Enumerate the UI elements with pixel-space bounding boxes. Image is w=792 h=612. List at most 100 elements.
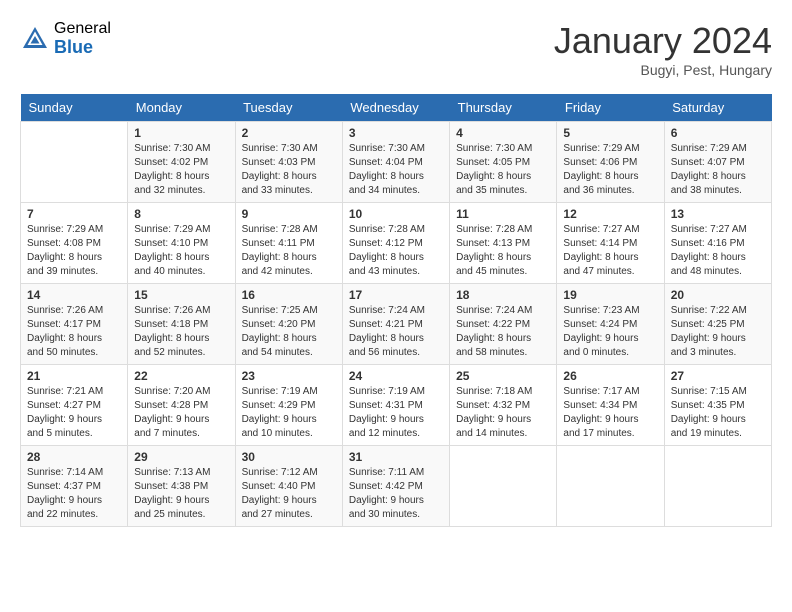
day-cell: 21 Sunrise: 7:21 AM Sunset: 4:27 PM Dayli… (21, 365, 128, 446)
day-number: 22 (134, 369, 228, 383)
calendar-header: SundayMondayTuesdayWednesdayThursdayFrid… (21, 94, 772, 122)
day-info: Sunrise: 7:26 AM Sunset: 4:17 PM Dayligh… (27, 304, 121, 360)
title-block: January 2024 Bugyi, Pest, Hungary (554, 20, 772, 78)
day-cell: 15Sunrise: 7:26 AM Sunset: 4:18 PM Dayli… (128, 284, 235, 365)
day-cell: 10Sunrise: 7:28 AM Sunset: 4:12 PM Dayli… (342, 203, 449, 284)
logo-blue: Blue (54, 38, 111, 58)
day-cell: 16 Sunrise: 7:25 AM Sunset: 4:20 PM Dayli… (235, 284, 342, 365)
day-info: Sunrise: 7:12 AM Sunset: 4:40 PM Dayligh… (242, 466, 336, 522)
weekday-tuesday: Tuesday (235, 94, 342, 122)
day-cell: 20 Sunrise: 7:22 AM Sunset: 4:25 PM Dayli… (664, 284, 771, 365)
day-number: 5 (563, 126, 657, 140)
day-cell: 8 Sunrise: 7:29 AM Sunset: 4:10 PM Daylig… (128, 203, 235, 284)
day-number: 3 (349, 126, 443, 140)
day-cell: 25 Sunrise: 7:18 AM Sunset: 4:32 PM Dayli… (450, 365, 557, 446)
day-cell: 9Sunrise: 7:28 AM Sunset: 4:11 PM Daylig… (235, 203, 342, 284)
calendar-table: SundayMondayTuesdayWednesdayThursdayFrid… (20, 94, 772, 527)
day-info: Sunrise: 7:29 AM Sunset: 4:06 PM Dayligh… (563, 142, 657, 198)
day-cell: 29 Sunrise: 7:13 AM Sunset: 4:38 PM Dayli… (128, 446, 235, 527)
day-info: Sunrise: 7:19 AM Sunset: 4:31 PM Dayligh… (349, 385, 443, 441)
day-number: 10 (349, 207, 443, 221)
day-cell: 30 Sunrise: 7:12 AM Sunset: 4:40 PM Dayli… (235, 446, 342, 527)
day-info: Sunrise: 7:29 AM Sunset: 4:10 PM Dayligh… (134, 223, 228, 279)
week-row-5: 28 Sunrise: 7:14 AM Sunset: 4:37 PM Dayli… (21, 446, 772, 527)
day-info: Sunrise: 7:13 AM Sunset: 4:38 PM Dayligh… (134, 466, 228, 522)
logo-text: General Blue (54, 20, 111, 57)
day-number: 20 (671, 288, 765, 302)
day-info: Sunrise: 7:21 AM Sunset: 4:27 PM Dayligh… (27, 385, 121, 441)
day-cell (21, 122, 128, 203)
weekday-thursday: Thursday (450, 94, 557, 122)
day-info: Sunrise: 7:27 AM Sunset: 4:14 PM Dayligh… (563, 223, 657, 279)
day-cell (664, 446, 771, 527)
day-info: Sunrise: 7:29 AM Sunset: 4:08 PM Dayligh… (27, 223, 121, 279)
day-cell: 27Sunrise: 7:15 AM Sunset: 4:35 PM Dayli… (664, 365, 771, 446)
day-info: Sunrise: 7:27 AM Sunset: 4:16 PM Dayligh… (671, 223, 765, 279)
day-info: Sunrise: 7:14 AM Sunset: 4:37 PM Dayligh… (27, 466, 121, 522)
logo: General Blue (20, 20, 111, 57)
day-info: Sunrise: 7:30 AM Sunset: 4:05 PM Dayligh… (456, 142, 550, 198)
day-number: 1 (134, 126, 228, 140)
day-info: Sunrise: 7:30 AM Sunset: 4:04 PM Dayligh… (349, 142, 443, 198)
day-info: Sunrise: 7:19 AM Sunset: 4:29 PM Dayligh… (242, 385, 336, 441)
day-cell: 7Sunrise: 7:29 AM Sunset: 4:08 PM Daylig… (21, 203, 128, 284)
day-cell: 4Sunrise: 7:30 AM Sunset: 4:05 PM Daylig… (450, 122, 557, 203)
day-number: 6 (671, 126, 765, 140)
day-number: 28 (27, 450, 121, 464)
weekday-saturday: Saturday (664, 94, 771, 122)
day-number: 25 (456, 369, 550, 383)
day-number: 23 (242, 369, 336, 383)
day-number: 8 (134, 207, 228, 221)
day-cell: 11Sunrise: 7:28 AM Sunset: 4:13 PM Dayli… (450, 203, 557, 284)
weekday-wednesday: Wednesday (342, 94, 449, 122)
day-number: 2 (242, 126, 336, 140)
logo-general: General (54, 20, 111, 38)
day-number: 29 (134, 450, 228, 464)
day-number: 14 (27, 288, 121, 302)
month-title: January 2024 (554, 20, 772, 62)
day-cell: 14 Sunrise: 7:26 AM Sunset: 4:17 PM Dayli… (21, 284, 128, 365)
day-cell: 22 Sunrise: 7:20 AM Sunset: 4:28 PM Dayli… (128, 365, 235, 446)
day-cell: 26Sunrise: 7:17 AM Sunset: 4:34 PM Dayli… (557, 365, 664, 446)
day-cell: 1Sunrise: 7:30 AM Sunset: 4:02 PM Daylig… (128, 122, 235, 203)
day-number: 27 (671, 369, 765, 383)
day-cell (557, 446, 664, 527)
calendar-body: 1Sunrise: 7:30 AM Sunset: 4:02 PM Daylig… (21, 122, 772, 527)
day-cell: 17 Sunrise: 7:24 AM Sunset: 4:21 PM Dayli… (342, 284, 449, 365)
day-number: 12 (563, 207, 657, 221)
day-info: Sunrise: 7:20 AM Sunset: 4:28 PM Dayligh… (134, 385, 228, 441)
week-row-4: 21 Sunrise: 7:21 AM Sunset: 4:27 PM Dayli… (21, 365, 772, 446)
day-info: Sunrise: 7:29 AM Sunset: 4:07 PM Dayligh… (671, 142, 765, 198)
day-cell: 13 Sunrise: 7:27 AM Sunset: 4:16 PM Dayli… (664, 203, 771, 284)
day-cell: 23 Sunrise: 7:19 AM Sunset: 4:29 PM Dayli… (235, 365, 342, 446)
day-number: 16 (242, 288, 336, 302)
day-info: Sunrise: 7:30 AM Sunset: 4:03 PM Dayligh… (242, 142, 336, 198)
day-info: Sunrise: 7:26 AM Sunset: 4:18 PM Dayligh… (134, 304, 228, 360)
day-cell: 18Sunrise: 7:24 AM Sunset: 4:22 PM Dayli… (450, 284, 557, 365)
day-number: 30 (242, 450, 336, 464)
day-number: 18 (456, 288, 550, 302)
day-cell: 24Sunrise: 7:19 AM Sunset: 4:31 PM Dayli… (342, 365, 449, 446)
day-info: Sunrise: 7:28 AM Sunset: 4:11 PM Dayligh… (242, 223, 336, 279)
day-number: 19 (563, 288, 657, 302)
day-info: Sunrise: 7:24 AM Sunset: 4:21 PM Dayligh… (349, 304, 443, 360)
day-number: 13 (671, 207, 765, 221)
day-number: 31 (349, 450, 443, 464)
logo-icon (20, 24, 50, 54)
weekday-header-row: SundayMondayTuesdayWednesdayThursdayFrid… (21, 94, 772, 122)
weekday-sunday: Sunday (21, 94, 128, 122)
week-row-3: 14 Sunrise: 7:26 AM Sunset: 4:17 PM Dayli… (21, 284, 772, 365)
day-number: 21 (27, 369, 121, 383)
weekday-friday: Friday (557, 94, 664, 122)
day-info: Sunrise: 7:18 AM Sunset: 4:32 PM Dayligh… (456, 385, 550, 441)
day-cell: 28 Sunrise: 7:14 AM Sunset: 4:37 PM Dayli… (21, 446, 128, 527)
day-cell: 19Sunrise: 7:23 AM Sunset: 4:24 PM Dayli… (557, 284, 664, 365)
day-cell: 2 Sunrise: 7:30 AM Sunset: 4:03 PM Daylig… (235, 122, 342, 203)
day-number: 11 (456, 207, 550, 221)
week-row-2: 7Sunrise: 7:29 AM Sunset: 4:08 PM Daylig… (21, 203, 772, 284)
day-info: Sunrise: 7:22 AM Sunset: 4:25 PM Dayligh… (671, 304, 765, 360)
day-info: Sunrise: 7:11 AM Sunset: 4:42 PM Dayligh… (349, 466, 443, 522)
day-info: Sunrise: 7:25 AM Sunset: 4:20 PM Dayligh… (242, 304, 336, 360)
day-cell: 31 Sunrise: 7:11 AM Sunset: 4:42 PM Dayli… (342, 446, 449, 527)
day-number: 17 (349, 288, 443, 302)
